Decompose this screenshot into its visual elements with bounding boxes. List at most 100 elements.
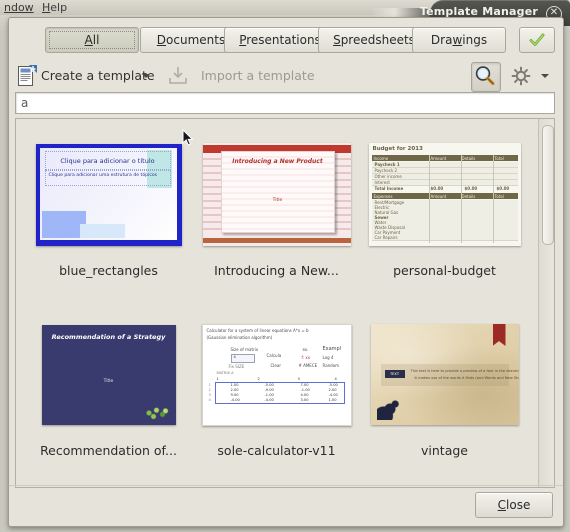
matrix-cell: -4.00 (230, 397, 240, 402)
row-number: 3 (208, 392, 211, 397)
settings-chevron-down-icon[interactable] (541, 74, 549, 78)
slide-canvas: Clique para adicionar o título Clique pa… (39, 147, 177, 240)
preview-line-1: This text is here to provide a preview o… (410, 369, 519, 373)
matrix-cell: 1.00 (328, 397, 337, 402)
tab-all[interactable]: All (45, 27, 139, 53)
background-menu-help[interactable]: Help (42, 0, 67, 15)
sheet-gridline (492, 155, 494, 243)
template-item-personal-budget[interactable]: Budget for 2013 Income Amount Details To… (362, 127, 527, 297)
col-header-amount: Amount (430, 156, 447, 161)
col-header: 1 (216, 376, 219, 381)
row-number: 4 (208, 397, 211, 402)
deco-bottom-bar (202, 238, 351, 243)
filter-tabs: All Documents Presentations Spreedsheets… (9, 27, 563, 53)
total-amount: $0.00 (430, 186, 444, 191)
search-input[interactable]: a (15, 92, 555, 114)
matrix-cell: 2.00 (230, 387, 239, 392)
accept-button[interactable] (519, 27, 555, 53)
thumbnail-preview: Calculator for a system of linear equati… (201, 323, 352, 426)
slide-title-text: Clique para adicionar o título (60, 156, 155, 165)
template-item-recommendation-of[interactable]: Recommendation of a Strategy Title Recom… (26, 307, 191, 477)
preview-line-2: It makes use of the words it finds (and … (414, 376, 519, 380)
matrix-cell: 4.00 (300, 392, 309, 397)
deco-lightblue-rect (79, 223, 125, 238)
col-header-total-2: Total (494, 194, 504, 199)
action-toolbar: Create a template Import a template (9, 60, 563, 92)
label-random[interactable]: Random (323, 363, 340, 368)
tab-spreadsheets-label: Spreedsheets (333, 33, 415, 47)
template-item-vintage[interactable]: TEXT This text is here to provide a prev… (362, 307, 527, 477)
search-toggle-button[interactable] (471, 62, 501, 92)
row-label: Other income (374, 174, 402, 179)
slide-subtitle-text: Title (103, 378, 114, 384)
col-header-amount-2: Amount (430, 194, 447, 199)
thumbnail-wrap: Clique para adicionar o título Clique pa… (26, 127, 191, 262)
total-total: $0.00 (496, 186, 510, 191)
col-header-details-2: Details (461, 194, 476, 199)
background-menu-window[interactable]: ndow (4, 0, 34, 15)
close-button[interactable]: Close (475, 492, 553, 518)
slide-body-placeholder: Clique para adicionar uma estrutura de t… (44, 169, 171, 186)
matrix-cell: -4.00 (264, 397, 274, 402)
template-item-blue-rectangles[interactable]: Clique para adicionar o título Clique pa… (26, 127, 191, 297)
new-document-icon (18, 65, 37, 86)
template-item-introducing-a-new[interactable]: Introducing a New Product Title Introduc… (194, 127, 359, 297)
slide-title-text: Introducing a New Product (232, 158, 323, 165)
template-name: vintage (421, 443, 468, 458)
deco-dark-blob (376, 400, 403, 420)
thumbnail-preview: TEXT This text is here to provide a prev… (370, 324, 519, 425)
row-label-total: Total Income (374, 186, 404, 191)
template-item-sole-calculator-v11[interactable]: Calculator for a system of linear equati… (194, 307, 359, 477)
matrix-cell: -5.00 (328, 382, 338, 387)
matrix-cell: -9.00 (264, 387, 274, 392)
label-size-of-matrix: Size of matrix (230, 346, 259, 352)
sheet-title: Budget for 2013 (372, 146, 423, 152)
tab-drawings[interactable]: Drawings (412, 27, 506, 53)
thumbnail-preview: Clique para adicionar o título Clique pa… (35, 143, 182, 246)
row-label: Paycheck 1 (374, 162, 400, 167)
create-template-label[interactable]: Create a template (41, 65, 155, 87)
slide-title-text: Recommendation of a Strategy (51, 332, 166, 341)
template-grid: Clique para adicionar o título Clique pa… (16, 119, 536, 487)
thumbnail-preview: Introducing a New Product Title (202, 143, 351, 246)
row-number: 1 (208, 382, 211, 387)
label-ex: ex. (302, 346, 309, 352)
row-label: Paycheck 2 (374, 168, 398, 173)
close-button-label: Close (497, 498, 531, 512)
slide-bullet-text: Clique para adicionar uma estrutura de t… (48, 172, 158, 178)
bookmark-ribbon-icon (492, 324, 506, 346)
vertical-scrollbar[interactable] (538, 119, 554, 487)
matrix-cell: 7.00 (300, 382, 309, 387)
tab-presentations-label: Presentations (239, 33, 321, 47)
scrollbar-thumb[interactable] (542, 125, 554, 245)
import-download-icon (169, 67, 187, 84)
search-input-value: a (21, 96, 29, 110)
matrix-cell: 3.00 (300, 397, 309, 402)
chevron-down-icon[interactable] (142, 74, 150, 78)
matrix-section-label: MATRIX A (216, 370, 234, 375)
sheet-line-1: Calculator for a system of linear equati… (206, 327, 309, 333)
button-calculate[interactable]: Calcula (267, 353, 282, 358)
slide-canvas: Introducing a New Product Title (220, 151, 335, 233)
tag-label: TEXT (389, 372, 400, 376)
label-example: Exampl (322, 345, 342, 352)
matrix-cell: 2.00 (328, 387, 337, 392)
matrix-cell: 9.00 (230, 392, 239, 397)
label-ff: f: xx (301, 354, 311, 360)
section-header-expenses-label: Expenses (373, 194, 393, 199)
row-label: Car Repairs (374, 235, 398, 240)
section-header-income-label: Income (373, 156, 389, 161)
screen: ndow Help Template Manager ✕ All Documen… (0, 0, 570, 532)
template-name: sole-calculator-v11 (217, 443, 336, 458)
thumbnail-wrap: TEXT This text is here to provide a prev… (362, 307, 527, 442)
sheet-gridline (460, 155, 462, 243)
template-name: blue_rectangles (59, 263, 158, 278)
size-value: 4 (233, 354, 236, 359)
gear-icon[interactable] (511, 66, 531, 86)
col-header-details: Details (461, 156, 476, 161)
tab-drawings-label: Drawings (430, 33, 488, 47)
matrix-cell: -1.00 (300, 387, 310, 392)
button-clear[interactable]: Clear (271, 363, 281, 368)
thumbnail-wrap: Introducing a New Product Title (194, 127, 359, 262)
import-template-label: Import a template (201, 68, 315, 83)
